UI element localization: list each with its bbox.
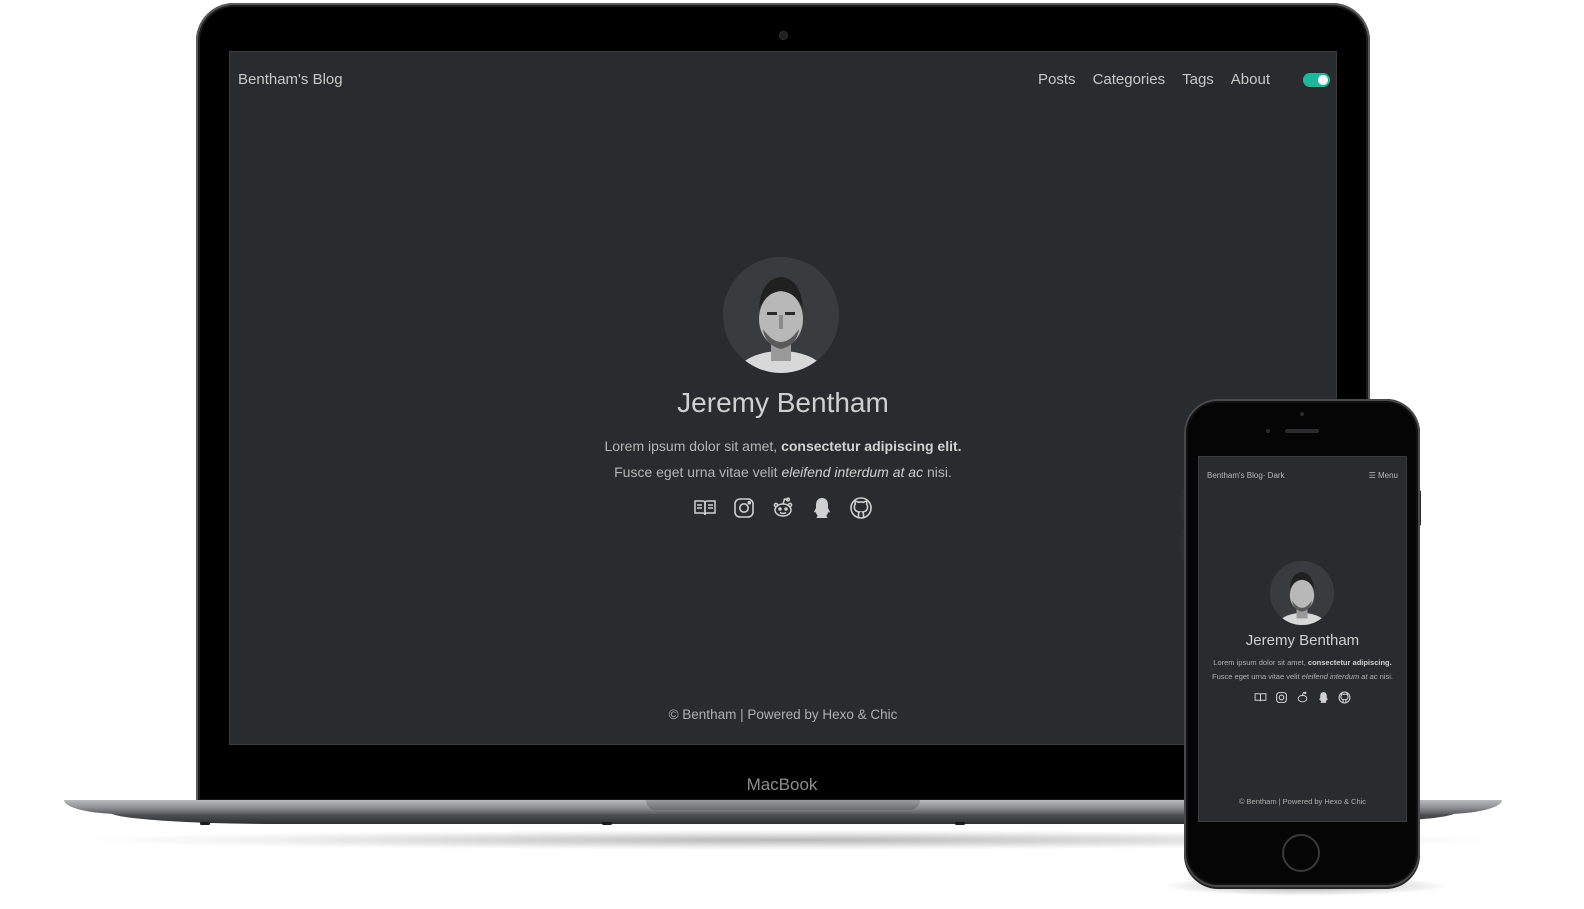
laptop-foot-mid-right (955, 822, 965, 825)
phone-profile-description: Lorem ipsum dolor sit amet, consectetur … (1199, 656, 1406, 684)
reddit-icon[interactable] (771, 496, 795, 520)
phone-home-button[interactable] (1282, 834, 1320, 872)
phone-description-line-1: Lorem ipsum dolor sit amet, consectetur … (1199, 656, 1406, 670)
phone-menu-button[interactable]: ☰ Menu (1369, 471, 1398, 480)
phone-desc-line2-italic: eleifend interdum at ac (1301, 672, 1378, 681)
phone-profile-name: Jeremy Bentham (1245, 632, 1360, 649)
phone-site-footer: © Bentham | Powered by Hexo & Chic (1238, 797, 1367, 806)
phone-front-camera (1266, 429, 1270, 433)
toggle-knob (1318, 75, 1328, 85)
laptop-opening-notch (646, 800, 920, 810)
macbook-label: MacBook (746, 775, 818, 794)
phone-avatar-portrait-icon (1270, 561, 1334, 625)
instagram-icon[interactable] (732, 496, 756, 520)
phone-desc-line2-plain: Fusce eget urna vitae velit (1212, 672, 1302, 681)
phone-social-icons (1199, 691, 1406, 704)
laptop-foot-mid-left (602, 822, 612, 825)
nav-tags[interactable]: Tags (1182, 71, 1214, 88)
profile-name: Jeremy Bentham (677, 387, 889, 418)
phone-desc-line1-plain: Lorem ipsum dolor sit amet, (1213, 658, 1308, 667)
phone-avatar (1270, 561, 1334, 625)
desc-line2-tail: nisi. (923, 464, 952, 480)
site-footer: © Bentham | Powered by Hexo & Chic (668, 707, 898, 722)
book-icon[interactable] (693, 496, 717, 520)
laptop-camera (780, 32, 787, 39)
profile-description: Lorem ipsum dolor sit amet, consectetur … (230, 433, 1336, 485)
qq-icon[interactable] (810, 496, 834, 520)
phone-desc-line2-tail: nisi. (1377, 672, 1393, 681)
desc-line2-plain: Fusce eget urna vitae velit (614, 464, 782, 480)
reddit-icon[interactable] (1296, 691, 1309, 704)
laptop-foot-left (200, 822, 210, 825)
nav-posts[interactable]: Posts (1038, 71, 1076, 88)
phone-screen: Bentham's Blog· Dark ☰ Menu Jeremy Benth… (1199, 457, 1406, 821)
phone-description-line-2: Fusce eget urna vitae velit eleifend int… (1199, 670, 1406, 684)
github-icon[interactable] (849, 496, 873, 520)
desc-line1-bold: consectetur adipiscing elit. (781, 438, 962, 454)
phone-camera-dot (1300, 412, 1304, 416)
avatar (723, 257, 839, 373)
qq-icon[interactable] (1317, 691, 1330, 704)
phone-speaker (1285, 429, 1319, 433)
phone-desc-line1-bold: consectetur adipiscing. (1307, 658, 1392, 667)
desc-line2-italic: eleifend interdum at ac (781, 464, 924, 480)
avatar-portrait-icon (723, 257, 839, 373)
site-title[interactable]: Bentham's Blog (238, 71, 343, 88)
github-icon[interactable] (1338, 691, 1351, 704)
description-line-1: Lorem ipsum dolor sit amet, consectetur … (230, 433, 1336, 459)
nav-about[interactable]: About (1231, 71, 1270, 88)
laptop-screen: Bentham's Blog Posts Categories Tags Abo… (230, 52, 1336, 744)
top-nav: Posts Categories Tags About (1038, 71, 1270, 88)
book-icon[interactable] (1254, 691, 1267, 704)
dark-mode-toggle[interactable] (1303, 73, 1330, 87)
social-icons (230, 496, 1336, 520)
description-line-2: Fusce eget urna vitae velit eleifend int… (230, 459, 1336, 485)
instagram-icon[interactable] (1275, 691, 1288, 704)
phone-site-title[interactable]: Bentham's Blog· Dark (1207, 471, 1285, 480)
desc-line1-plain: Lorem ipsum dolor sit amet, (604, 438, 782, 454)
nav-categories[interactable]: Categories (1093, 71, 1166, 88)
